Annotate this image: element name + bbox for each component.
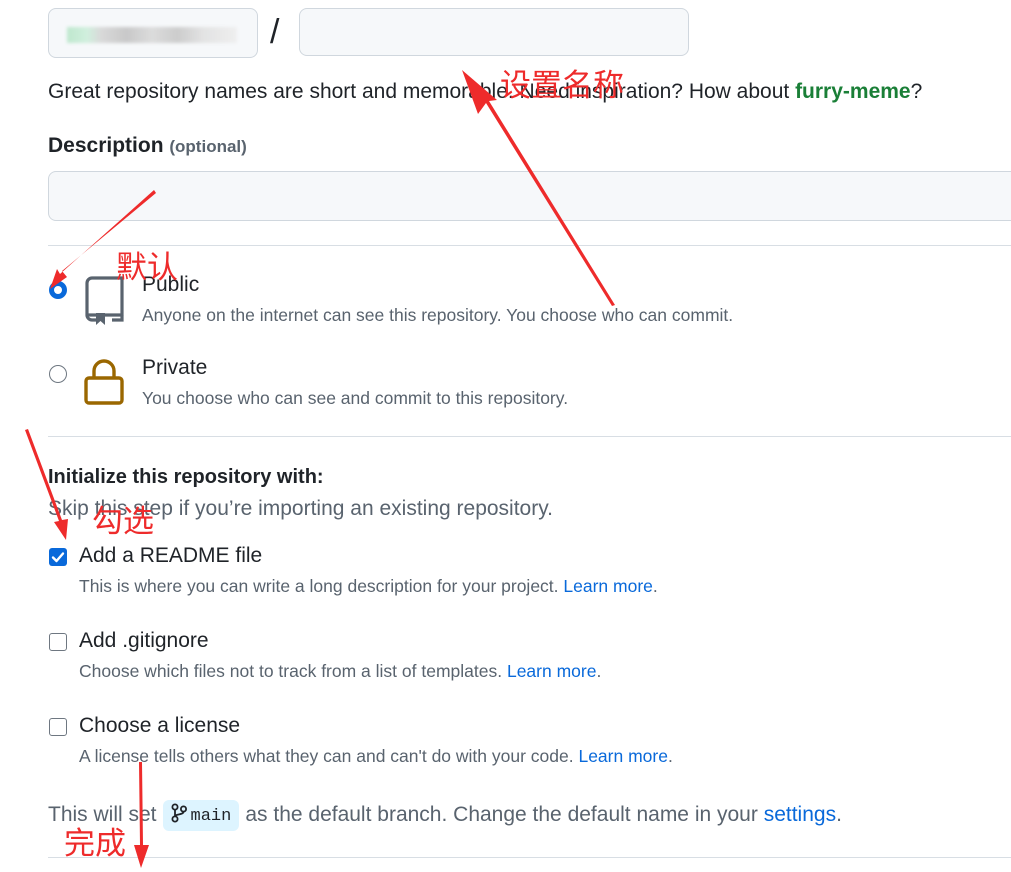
readme-learn-more-link[interactable]: Learn more [563, 576, 653, 596]
private-description: You choose who can see and commit to thi… [142, 388, 569, 408]
divider [48, 436, 1011, 437]
gitignore-description: Choose which files not to track from a l… [79, 661, 602, 681]
owner-name-redacted [67, 27, 237, 43]
readme-description: This is where you can write a long descr… [79, 576, 658, 596]
gitignore-learn-more-link[interactable]: Learn more [507, 661, 597, 681]
owner-select[interactable] [48, 8, 258, 58]
public-radio[interactable] [49, 281, 67, 299]
public-description: Anyone on the internet can see this repo… [142, 305, 734, 325]
owner-repo-separator: / [270, 13, 280, 51]
optional-tag: (optional) [169, 137, 247, 156]
description-input[interactable] [48, 171, 1011, 221]
git-branch-icon [171, 803, 187, 823]
annotation-default: 默认 [116, 250, 178, 286]
readme-checkbox[interactable] [49, 548, 67, 566]
checkmark-icon [51, 552, 65, 563]
annotation-set-name: 设置名称 [500, 68, 624, 104]
license-learn-more-link[interactable]: Learn more [578, 746, 668, 766]
initialize-title: Initialize this repository with: [48, 466, 324, 488]
private-title: Private [142, 356, 208, 379]
annotation-done: 完成 [64, 826, 126, 862]
description-label: Description (optional) [48, 134, 247, 157]
branch-chip: main [162, 800, 240, 831]
gitignore-title: Add .gitignore [79, 629, 209, 652]
repository-name-input[interactable] [299, 8, 689, 56]
private-radio[interactable] [49, 365, 67, 383]
settings-link[interactable]: settings [764, 803, 836, 826]
divider [48, 857, 1011, 858]
suggested-name: furry-meme [795, 80, 911, 103]
license-description: A license tells others what they can and… [79, 746, 673, 766]
annotation-check: 勾选 [92, 504, 154, 540]
default-branch-note: This will set main as the default branch. … [48, 800, 842, 831]
license-title: Choose a license [79, 714, 241, 737]
repository-name-hint: Great repository names are short and mem… [48, 80, 923, 103]
gitignore-checkbox[interactable] [49, 633, 67, 651]
readme-title: Add a README file [79, 544, 263, 567]
lock-icon [83, 358, 125, 411]
license-checkbox[interactable] [49, 718, 67, 736]
divider [48, 245, 1011, 246]
